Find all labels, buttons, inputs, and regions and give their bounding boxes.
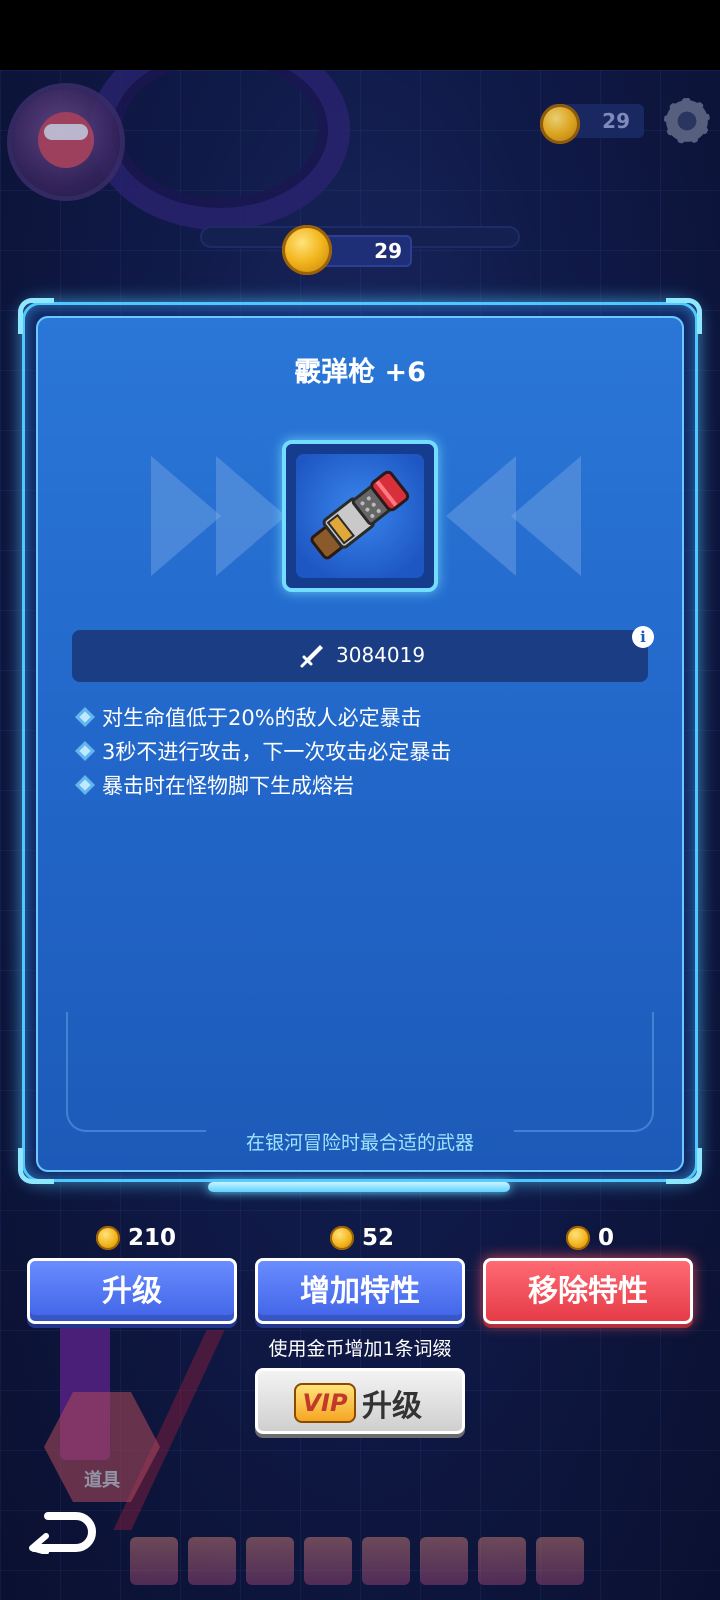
vip-upgrade-button[interactable]: VIP 升级 [255, 1368, 465, 1434]
add-trait-cost: 52 [330, 1224, 394, 1252]
upgrade-cost: 210 [96, 1224, 176, 1252]
vip-caption: 使用金币增加1条词缀 [268, 1338, 452, 1360]
coin-icon [540, 104, 580, 144]
player-avatar[interactable] [12, 88, 120, 196]
item-badge-label: 道具 [84, 1470, 120, 1491]
panel-corner [18, 298, 54, 334]
item-badge[interactable]: 道具 [44, 1392, 160, 1502]
diamond-bullet-icon [75, 775, 95, 795]
info-icon[interactable]: i [632, 626, 654, 648]
skill-slot-row [130, 1537, 584, 1585]
add-trait-button[interactable]: 增加特性 [255, 1258, 465, 1324]
remove-trait-cost-value: 0 [598, 1225, 615, 1251]
shotgun-icon [310, 470, 410, 560]
trait-text: 对生命值低于20%的敌人必定暴击 [102, 706, 422, 730]
attack-value: 3084019 [336, 643, 426, 667]
panel-glow-bar [208, 1182, 510, 1192]
center-coin-counter: 29 [282, 225, 412, 275]
skill-slot[interactable] [536, 1537, 584, 1585]
coin-icon [330, 1226, 354, 1250]
attack-stat-bar: 3084019 [72, 630, 648, 682]
panel-corner [666, 298, 702, 334]
skill-slot[interactable] [362, 1537, 410, 1585]
sword-icon [300, 645, 323, 668]
weapon-title: 霰弹枪 +6 [294, 357, 426, 388]
skill-slot[interactable] [130, 1537, 178, 1585]
add-trait-cost-value: 52 [362, 1225, 395, 1251]
coin-icon [96, 1226, 120, 1250]
trait-item: 对生命值低于20%的敌人必定暴击 [75, 702, 451, 736]
skill-slot[interactable] [246, 1537, 294, 1585]
status-bar [0, 0, 720, 70]
weapon-icon-frame [282, 440, 438, 592]
center-coin-count: 29 [374, 239, 402, 263]
skill-slot[interactable] [304, 1537, 352, 1585]
coin-icon [282, 225, 332, 275]
trait-item: 暴击时在怪物脚下生成熔岩 [75, 770, 451, 804]
trait-list: 对生命值低于20%的敌人必定暴击 3秒不进行攻击，下一次攻击必定暴击 暴击时在怪… [75, 702, 452, 804]
vip-upgrade-label: 升级 [362, 1389, 422, 1424]
trait-item: 3秒不进行攻击，下一次攻击必定暴击 [75, 736, 452, 770]
top-coin-counter: 29 [540, 104, 644, 144]
diamond-bullet-icon [75, 741, 95, 761]
trait-text: 3秒不进行攻击，下一次攻击必定暴击 [102, 740, 452, 764]
vip-badge-icon: VIP [294, 1383, 356, 1423]
gear-icon[interactable] [662, 96, 712, 146]
skill-slot[interactable] [478, 1537, 526, 1585]
skill-slot[interactable] [420, 1537, 468, 1585]
coin-icon [566, 1226, 590, 1250]
diamond-bullet-icon [75, 707, 95, 727]
upgrade-cost-value: 210 [128, 1225, 177, 1251]
remove-trait-cost: 0 [566, 1224, 614, 1252]
flavor-text: 在银河冒险时最合适的武器 [245, 1132, 474, 1154]
back-arrow-icon[interactable] [26, 1510, 96, 1554]
trait-text: 暴击时在怪物脚下生成熔岩 [102, 774, 354, 798]
remove-trait-button[interactable]: 移除特性 [483, 1258, 693, 1324]
skill-slot[interactable] [188, 1537, 236, 1585]
upgrade-button[interactable]: 升级 [27, 1258, 237, 1324]
top-coin-count: 29 [602, 109, 630, 133]
